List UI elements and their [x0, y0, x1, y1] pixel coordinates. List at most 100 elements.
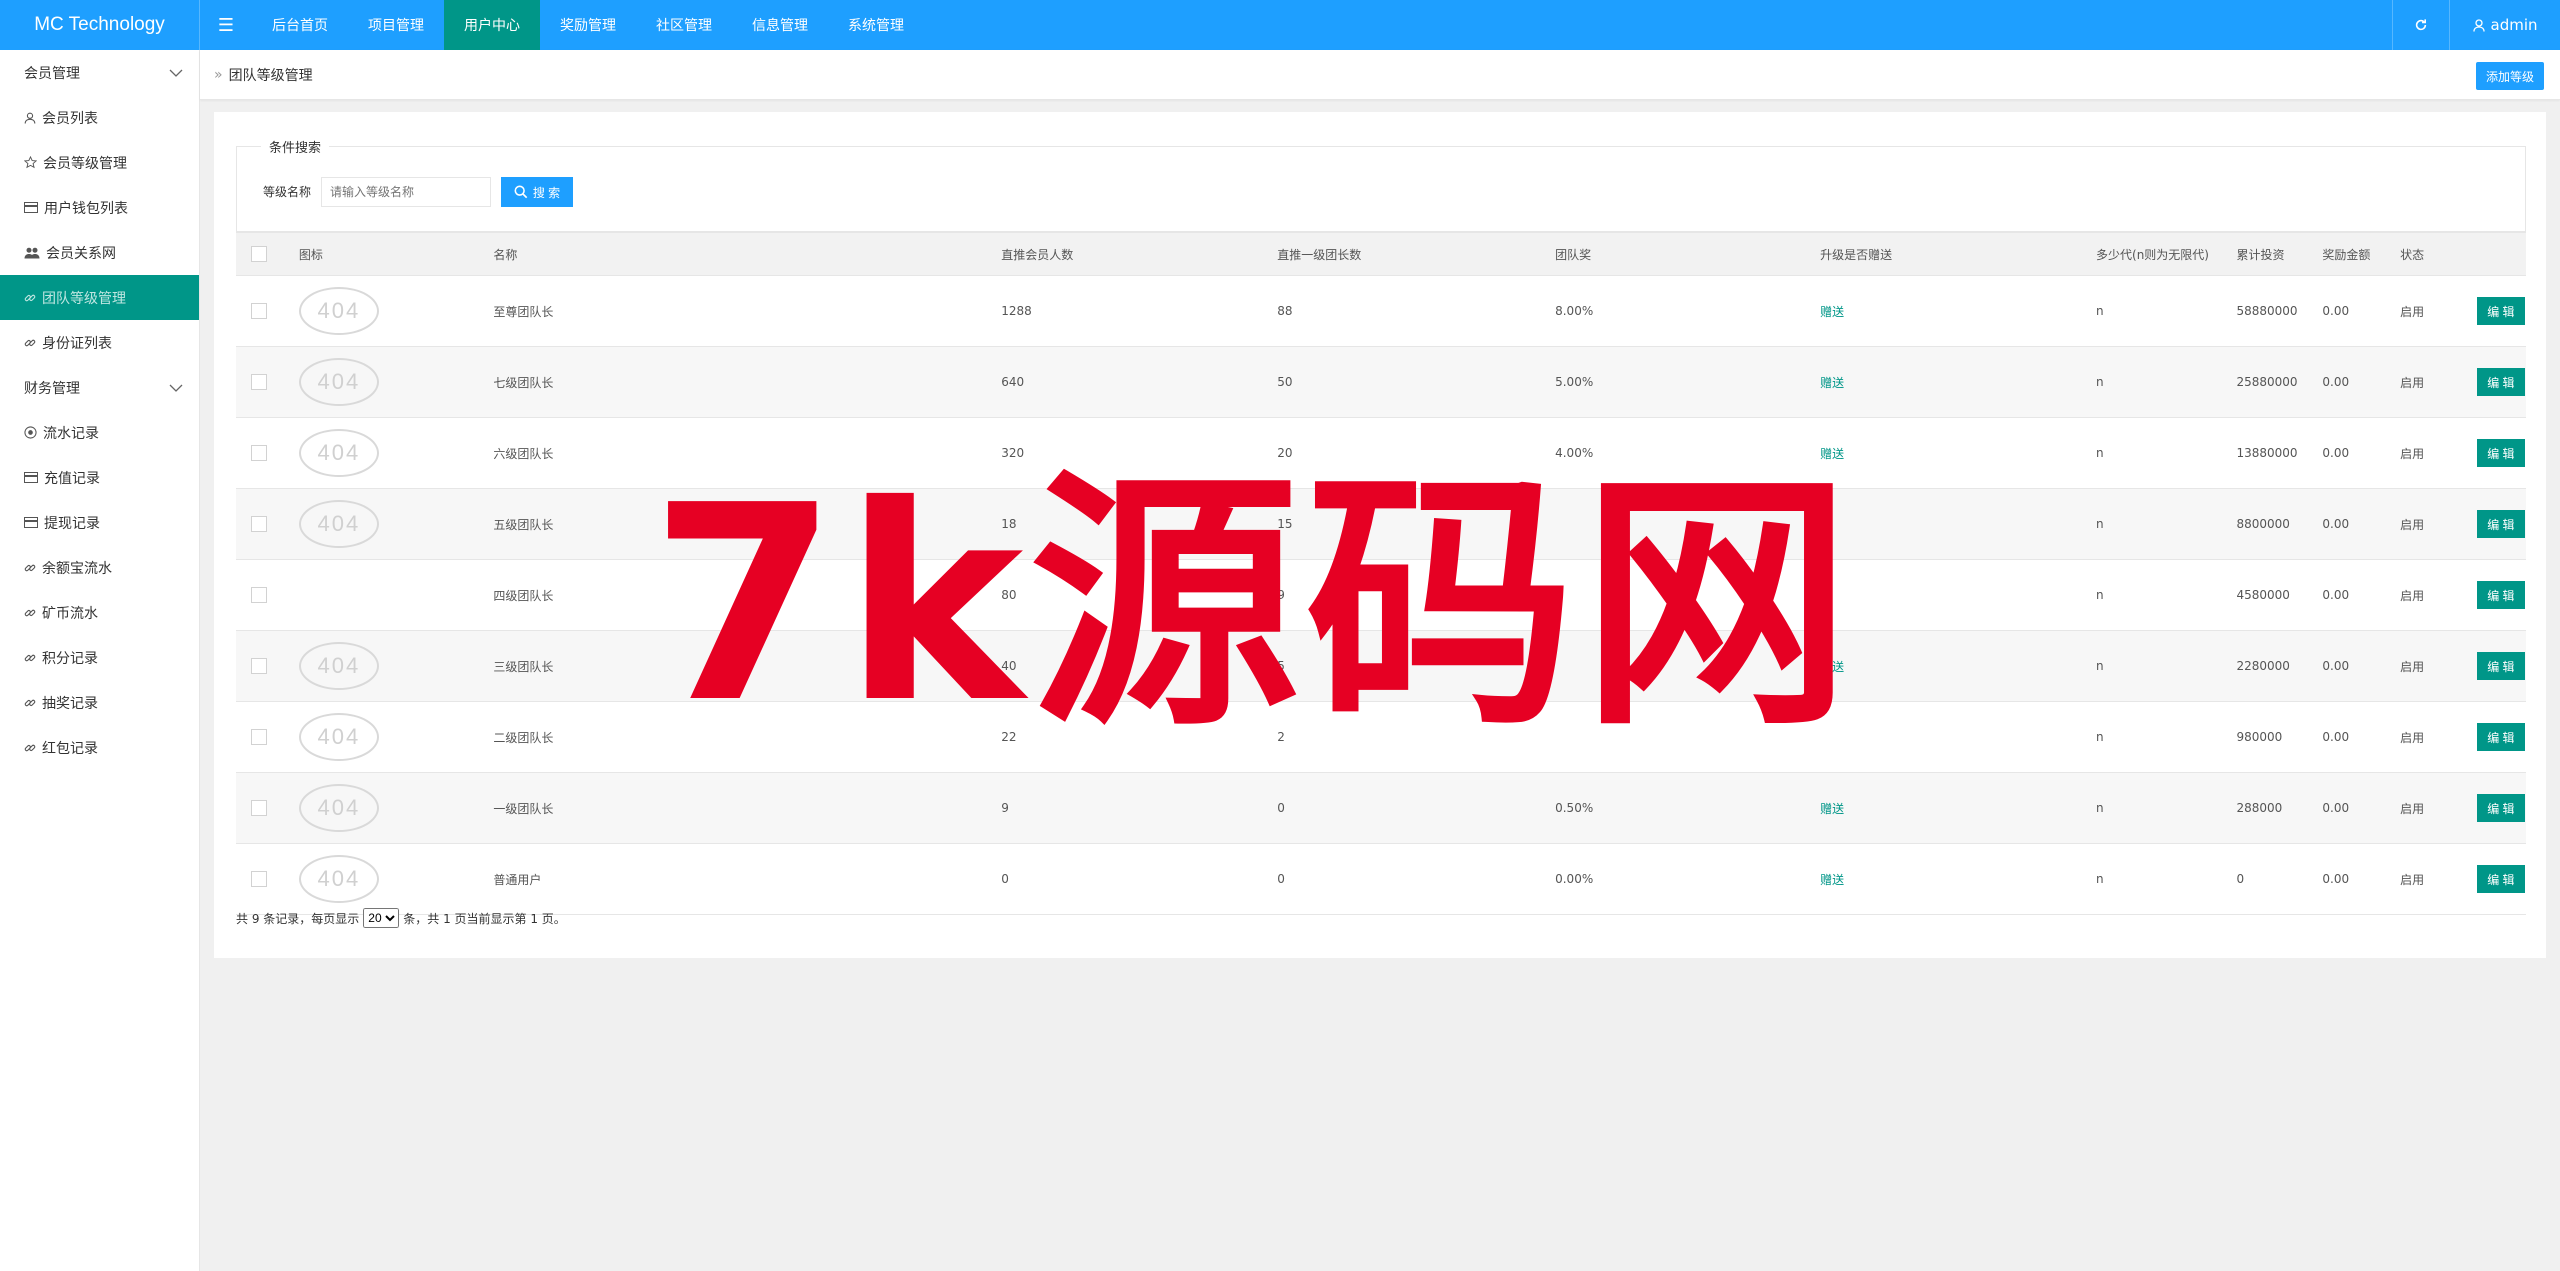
sidebar-item[interactable]: 用户钱包列表 — [0, 185, 199, 230]
sidebar-item[interactable]: 身份证列表 — [0, 320, 199, 365]
total-investment-cell: 25880000 — [2235, 346, 2322, 418]
nav-item[interactable]: 系统管理 — [828, 0, 924, 50]
team-bonus-cell: 4.00% — [1554, 417, 1820, 489]
edit-button[interactable]: 编 辑 — [2476, 439, 2525, 467]
sidebar-item[interactable]: 会员等级管理 — [0, 140, 199, 185]
actions-cell: 编 辑 — [2475, 843, 2526, 915]
nav-item[interactable]: 奖励管理 — [540, 0, 636, 50]
brand-logo[interactable]: MC Technology — [0, 0, 200, 50]
row-checkbox[interactable] — [251, 729, 267, 745]
edit-button[interactable]: 编 辑 — [2476, 794, 2525, 822]
direct-leaders-cell: 20 — [1276, 417, 1555, 489]
edit-button[interactable]: 编 辑 — [2476, 297, 2525, 325]
level-name-label: 等级名称 — [263, 185, 312, 199]
sidebar-item[interactable]: 提现记录 — [0, 500, 199, 545]
status-cell: 启用 — [2399, 346, 2476, 418]
level-name-input[interactable] — [321, 177, 491, 207]
row-checkbox[interactable] — [251, 658, 267, 674]
edit-button[interactable]: 编 辑 — [2476, 581, 2525, 609]
sidebar-item[interactable]: 抽奖记录 — [0, 680, 199, 725]
level-name-cell: 四级团队长 — [492, 559, 1001, 631]
nav-item[interactable]: 社区管理 — [636, 0, 732, 50]
direct-leaders-cell: 0 — [1276, 843, 1555, 915]
generations-cell: n — [2095, 275, 2236, 347]
edit-button[interactable]: 编 辑 — [2476, 510, 2525, 538]
status-cell: 启用 — [2399, 630, 2476, 702]
sidebar-item[interactable]: 会员关系网 — [0, 230, 199, 275]
link-icon — [24, 292, 36, 304]
level-icon-cell — [297, 559, 493, 631]
level-name-cell: 五级团队长 — [492, 488, 1001, 560]
search-button[interactable]: 搜 索 — [501, 177, 573, 207]
sidebar-group[interactable]: 财务管理 — [0, 365, 199, 410]
sidebar-item[interactable]: 矿币流水 — [0, 590, 199, 635]
nav-item[interactable]: 项目管理 — [348, 0, 444, 50]
total-investment-cell: 58880000 — [2235, 275, 2322, 347]
breadcrumb-bar: » 团队等级管理 添加等级 — [200, 50, 2560, 100]
edit-button[interactable]: 编 辑 — [2476, 368, 2525, 396]
link-icon — [24, 742, 36, 754]
direct-members-cell: 9 — [1000, 772, 1277, 844]
sidebar-group[interactable]: 会员管理 — [0, 50, 199, 95]
broken-image-icon: 404 — [298, 358, 379, 406]
upgrade-gift-cell: 赠送 — [1819, 843, 2096, 915]
row-checkbox[interactable] — [251, 587, 267, 603]
nav-item[interactable]: 用户中心 — [444, 0, 540, 50]
user-menu[interactable]: admin — [2450, 0, 2560, 50]
status-cell: 启用 — [2399, 701, 2476, 773]
top-right-tools: admin — [2392, 0, 2560, 50]
select-all-checkbox[interactable] — [251, 246, 267, 262]
link-icon — [24, 337, 36, 349]
edit-button[interactable]: 编 辑 — [2476, 723, 2525, 751]
edit-button[interactable]: 编 辑 — [2476, 652, 2525, 680]
user-icon — [24, 112, 36, 124]
level-name-cell: 三级团队长 — [492, 630, 1001, 702]
users-icon — [24, 247, 40, 259]
table-row: 404 三级团队长 40 5 赠送 n 2280000 0.00 启用编 辑 — [236, 630, 2526, 702]
link-icon — [24, 562, 36, 574]
row-checkbox[interactable] — [251, 800, 267, 816]
row-checkbox[interactable] — [251, 303, 267, 319]
pagination: 共 9 条记录，每页显示 20 条，共 1 页当前显示第 1 页。 — [236, 908, 566, 928]
select-cell — [236, 772, 298, 844]
col-leaders: 直推一级团长数 — [1276, 232, 1555, 276]
row-checkbox[interactable] — [251, 871, 267, 887]
sidebar-item[interactable]: 会员列表 — [0, 95, 199, 140]
actions-cell: 编 辑 — [2475, 772, 2526, 844]
status-cell: 启用 — [2399, 417, 2476, 489]
row-checkbox[interactable] — [251, 445, 267, 461]
chevron-down-icon — [169, 380, 183, 396]
broken-image-icon: 404 — [298, 784, 379, 832]
broken-image-icon: 404 — [298, 713, 379, 761]
generations-cell: n — [2095, 843, 2236, 915]
sidebar-item[interactable]: 团队等级管理 — [0, 275, 199, 320]
search-fieldset: 条件搜索 等级名称 搜 索 — [236, 137, 2526, 232]
sidebar-item-label: 余额宝流水 — [42, 560, 112, 577]
direct-leaders-cell: 5 — [1276, 630, 1555, 702]
sidebar-item[interactable]: 流水记录 — [0, 410, 199, 455]
add-level-button[interactable]: 添加等级 — [2475, 62, 2544, 90]
broken-image-icon: 404 — [298, 855, 379, 903]
table-row: 404 五级团队长 18 15 n 8800000 0.00 启用编 辑 — [236, 488, 2526, 560]
sidebar-item-label: 矿币流水 — [42, 605, 98, 622]
row-checkbox[interactable] — [251, 516, 267, 532]
generations-cell: n — [2095, 772, 2236, 844]
col-reward: 奖励金额 — [2321, 232, 2400, 276]
edit-button[interactable]: 编 辑 — [2476, 865, 2525, 893]
sidebar-item[interactable]: 余额宝流水 — [0, 545, 199, 590]
select-cell — [236, 701, 298, 773]
nav-item[interactable]: 信息管理 — [732, 0, 828, 50]
page-size-select[interactable]: 20 — [363, 908, 400, 928]
refresh-icon[interactable] — [2392, 0, 2450, 50]
reward-amount-cell: 0.00 — [2321, 843, 2400, 915]
nav-item[interactable]: 后台首页 — [252, 0, 348, 50]
direct-leaders-cell: 2 — [1276, 701, 1555, 773]
sidebar-item[interactable]: 红包记录 — [0, 725, 199, 770]
breadcrumb: » 团队等级管理 — [214, 65, 313, 85]
menu-toggle-icon[interactable]: ☰ — [200, 0, 252, 50]
top-navbar: MC Technology ☰ 后台首页 项目管理 用户中心 奖励管理 社区管理 信息管理… — [0, 0, 2560, 50]
sidebar-item[interactable]: 积分记录 — [0, 635, 199, 680]
sidebar-item[interactable]: 充值记录 — [0, 455, 199, 500]
reward-amount-cell: 0.00 — [2321, 772, 2400, 844]
row-checkbox[interactable] — [251, 374, 267, 390]
